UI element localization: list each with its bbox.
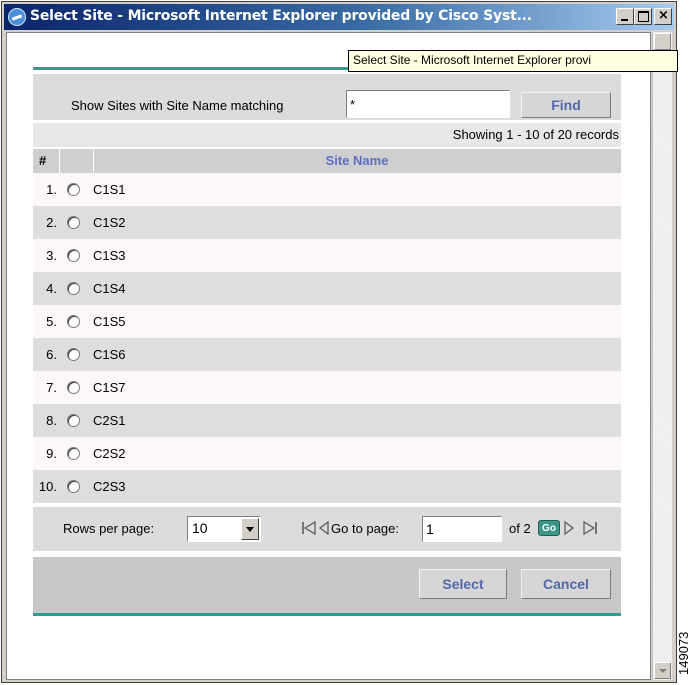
site-name: C1S3 — [93, 248, 126, 263]
column-site-name-header[interactable]: Site Name — [93, 153, 621, 168]
site-name: C2S3 — [93, 479, 126, 494]
ie-icon — [8, 8, 26, 26]
table-row[interactable]: 3. C1S3 — [33, 239, 621, 272]
close-icon: × — [658, 8, 669, 23]
header-divider — [59, 149, 60, 173]
site-name: C1S5 — [93, 314, 126, 329]
title-bar[interactable]: Select Site - Microsoft Internet Explore… — [4, 4, 674, 30]
site-name-filter-input[interactable] — [346, 90, 510, 118]
action-bar: Select Cancel — [33, 557, 621, 613]
table-row[interactable]: 8. C2S1 — [33, 404, 621, 437]
previous-page-icon[interactable] — [319, 520, 329, 538]
site-name: C1S2 — [93, 215, 126, 230]
figure-id: 149073 — [676, 631, 691, 675]
find-button[interactable]: Find — [521, 92, 611, 118]
rows-per-page-label: Rows per page: — [63, 521, 155, 536]
row-radio[interactable] — [67, 447, 80, 460]
page-total-label: of 2 — [509, 521, 531, 536]
select-site-panel: Show Sites with Site Name matching Find … — [33, 67, 621, 641]
table-row[interactable]: 5. C1S5 — [33, 305, 621, 338]
row-radio[interactable] — [67, 348, 80, 361]
column-number-header: # — [39, 153, 47, 168]
row-number: 10. — [38, 479, 57, 494]
scroll-up-button[interactable] — [654, 33, 671, 50]
table-row[interactable]: 4. C1S4 — [33, 272, 621, 305]
site-name: C1S1 — [93, 182, 126, 197]
row-radio[interactable] — [67, 381, 80, 394]
row-radio[interactable] — [67, 183, 80, 196]
first-page-icon[interactable] — [301, 520, 317, 538]
row-radio[interactable] — [67, 282, 80, 295]
row-number: 2. — [46, 215, 57, 230]
filter-bar: Show Sites with Site Name matching Find — [33, 74, 621, 120]
title-tooltip: Select Site - Microsoft Internet Explore… — [348, 50, 678, 72]
table-row[interactable]: 9. C2S2 — [33, 437, 621, 470]
select-button[interactable]: Select — [419, 569, 507, 599]
filter-label: Show Sites with Site Name matching — [71, 98, 284, 113]
table-row[interactable]: 2. C1S2 — [33, 206, 621, 239]
pagination-bar: Rows per page: 10 Go to page: of 2 Go — [33, 507, 621, 551]
row-number: 3. — [46, 248, 57, 263]
row-number: 6. — [46, 347, 57, 362]
vertical-scrollbar[interactable] — [652, 32, 672, 680]
goto-page-label: Go to page: — [331, 521, 399, 536]
row-number: 9. — [46, 446, 57, 461]
site-name: C2S2 — [93, 446, 126, 461]
row-radio[interactable] — [67, 315, 80, 328]
cancel-button[interactable]: Cancel — [521, 569, 611, 599]
browser-window: Select Site - Microsoft Internet Explore… — [1, 1, 677, 683]
site-name: C1S7 — [93, 380, 126, 395]
row-radio[interactable] — [67, 249, 80, 262]
site-name: C2S1 — [93, 413, 126, 428]
table-row[interactable]: 6. C1S6 — [33, 338, 621, 371]
dropdown-arrow-icon[interactable] — [241, 518, 259, 540]
table-row[interactable]: 10. C2S3 — [33, 470, 621, 503]
row-radio[interactable] — [67, 480, 80, 493]
row-number: 1. — [46, 182, 57, 197]
row-radio[interactable] — [67, 414, 80, 427]
row-number: 8. — [46, 413, 57, 428]
last-page-icon[interactable] — [582, 520, 598, 538]
row-radio[interactable] — [67, 216, 80, 229]
site-list: 1. C1S1 2. C1S2 3. C1S3 4. C1S4 5. C1S5 6. C1S… — [33, 173, 621, 503]
go-button[interactable]: Go — [538, 520, 560, 536]
window-title: Select Site - Microsoft Internet Explore… — [30, 8, 532, 24]
page-content: Show Sites with Site Name matching Find … — [6, 32, 651, 680]
close-button[interactable]: × — [654, 8, 672, 25]
row-number: 5. — [46, 314, 57, 329]
row-number: 7. — [46, 380, 57, 395]
maximize-button[interactable] — [634, 8, 652, 25]
site-name: C1S4 — [93, 281, 126, 296]
site-name: C1S6 — [93, 347, 126, 362]
row-number: 4. — [46, 281, 57, 296]
bottom-divider — [33, 613, 621, 616]
table-row[interactable]: 1. C1S1 — [33, 173, 621, 206]
table-row[interactable]: 7. C1S7 — [33, 371, 621, 404]
goto-page-input[interactable] — [422, 516, 502, 542]
minimize-button[interactable] — [616, 8, 634, 25]
rows-per-page-value: 10 — [192, 520, 208, 536]
table-header: # Site Name — [33, 149, 621, 173]
next-page-icon[interactable] — [564, 520, 574, 538]
rows-per-page-select[interactable]: 10 — [187, 516, 261, 542]
scroll-down-button[interactable] — [654, 662, 671, 679]
records-count: Showing 1 - 10 of 20 records — [33, 123, 621, 147]
